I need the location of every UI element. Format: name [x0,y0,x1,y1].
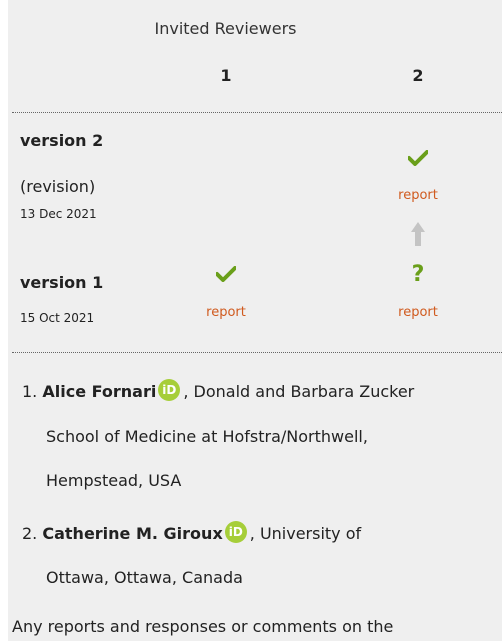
version-2-reviewer-2-report-link[interactable]: report [388,188,448,203]
invited-reviewers-title: Invited Reviewers [154,19,297,38]
approved-check-icon [196,266,256,282]
version-2-revision-note: (revision) [20,177,96,196]
approved-check-icon [388,150,448,166]
reviewer-1-name: Alice Fornari [42,382,157,401]
approved-with-reservations-icon: ? [411,262,425,287]
reviewer-2-number: 2. [22,524,38,543]
reviewer-1-affiliation-1: , Donald and Barbara Zucker [183,382,415,401]
orcid-icon[interactable]: iD [224,521,247,543]
version-1-date: 15 Oct 2021 [20,311,95,325]
reviewer-1-number: 1. [22,382,38,401]
reviewer-2-affiliation-1: , University of [249,524,362,543]
reviewer-1-entry: 1. Alice Fornari iD, Donald and Barbara Z… [22,379,415,407]
version-2-label: version 2 [20,131,104,150]
header-divider [12,112,502,113]
version-arrow-up-icon [410,220,426,252]
reviewer-column-2-header: 2 [412,66,424,85]
reviewer-column-1-header: 1 [220,66,232,85]
reviewer-1-affiliation-2: School of Medicine at Hofstra/Northwell, [46,427,368,446]
version-1-reviewer-2-report-link[interactable]: report [388,305,448,320]
reviewer-2-name: Catherine M. Giroux [42,524,223,543]
reviewer-status-panel: Invited Reviewers 1 2 version 2 (revisio… [8,0,502,641]
orcid-icon[interactable]: iD [158,379,181,401]
reviewer-2-affiliation-2: Ottawa, Ottawa, Canada [46,568,243,587]
version-1-label: version 1 [20,273,104,292]
versions-divider [12,352,502,353]
reviewer-1-affiliation-3: Hempstead, USA [46,471,182,490]
reviewer-2-entry: 2. Catherine M. Giroux iD, University of [22,521,362,549]
version-1-reviewer-1-report-link[interactable]: report [196,305,256,320]
version-2-date: 13 Dec 2021 [20,207,97,221]
footer-note: Any reports and responses or comments on… [12,617,394,636]
